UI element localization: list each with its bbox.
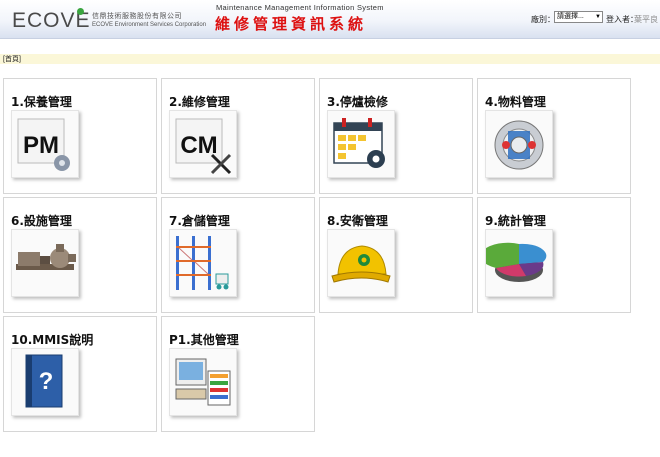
module-tile-help[interactable]: 10.MMIS說明 ? [3, 316, 157, 432]
system-title-en: Maintenance Management Information Syste… [216, 3, 384, 12]
module-tile-shutdown[interactable]: 3.停爐檢修 [319, 78, 473, 194]
site-label: 廠別： [531, 15, 555, 24]
site-select-value: 請選擇... [557, 13, 584, 20]
module-tile-statistics[interactable]: 9.統計管理 [477, 197, 631, 313]
module-tile-safety[interactable]: 8.安衛管理 [319, 197, 473, 313]
module-tile-pm[interactable]: 1.保養管理 PM [3, 78, 157, 194]
calendar-gear-icon[interactable] [327, 110, 395, 178]
module-label: 4.物料管理 [485, 95, 546, 109]
system-title-cn: 維修管理資訊系統 [215, 15, 368, 33]
module-tile-cm[interactable]: 2.維修管理 CM [161, 78, 315, 194]
company-name-cn: 信鼎技術服務股份有限公司 [92, 13, 182, 20]
pm-icon[interactable]: PM [11, 110, 79, 178]
cm-icon[interactable]: CM [169, 110, 237, 178]
module-tile-other[interactable]: P1.其他管理 [161, 316, 315, 432]
module-tile-warehouse[interactable]: 7.倉儲管理 [161, 197, 315, 313]
site-select[interactable]: 請選擇... ▼ [554, 11, 603, 23]
pump-icon[interactable] [11, 229, 79, 297]
module-label: 6.設施管理 [11, 214, 72, 228]
module-label: 1.保養管理 [11, 95, 72, 109]
module-tile-facility[interactable]: 6.設施管理 [3, 197, 157, 313]
breadcrumb-home[interactable]: [首頁] [3, 54, 21, 64]
computer-icon[interactable] [169, 348, 237, 416]
help-book-icon[interactable]: ? [11, 348, 79, 416]
svg-text:PM: PM [23, 132, 59, 159]
warehouse-rack-icon[interactable] [169, 229, 237, 297]
header-bar: ECOVE 信鼎技術服務股份有限公司 ECOVE Environment Ser… [0, 0, 660, 39]
logo-green-dot [77, 8, 84, 15]
bearing-icon[interactable] [485, 110, 553, 178]
breadcrumb-bar: [首頁] [0, 54, 660, 64]
module-tile-material[interactable]: 4.物料管理 [477, 78, 631, 194]
module-label: 9.統計管理 [485, 214, 546, 228]
login-user: 葉平良 [634, 15, 658, 24]
svg-text:?: ? [39, 368, 54, 395]
module-label: 7.倉儲管理 [169, 214, 230, 228]
chevron-down-icon: ▼ [595, 14, 601, 20]
module-label: P1.其他管理 [169, 333, 239, 347]
safety-helmet-icon[interactable] [327, 229, 395, 297]
module-label: 8.安衛管理 [327, 214, 388, 228]
module-label: 3.停爐檢修 [327, 95, 388, 109]
company-name-en: ECOVE Environment Services Corporation [92, 22, 207, 28]
module-label: 10.MMIS說明 [11, 333, 94, 347]
pie-chart-icon[interactable] [485, 229, 553, 297]
module-label: 2.維修管理 [169, 95, 230, 109]
